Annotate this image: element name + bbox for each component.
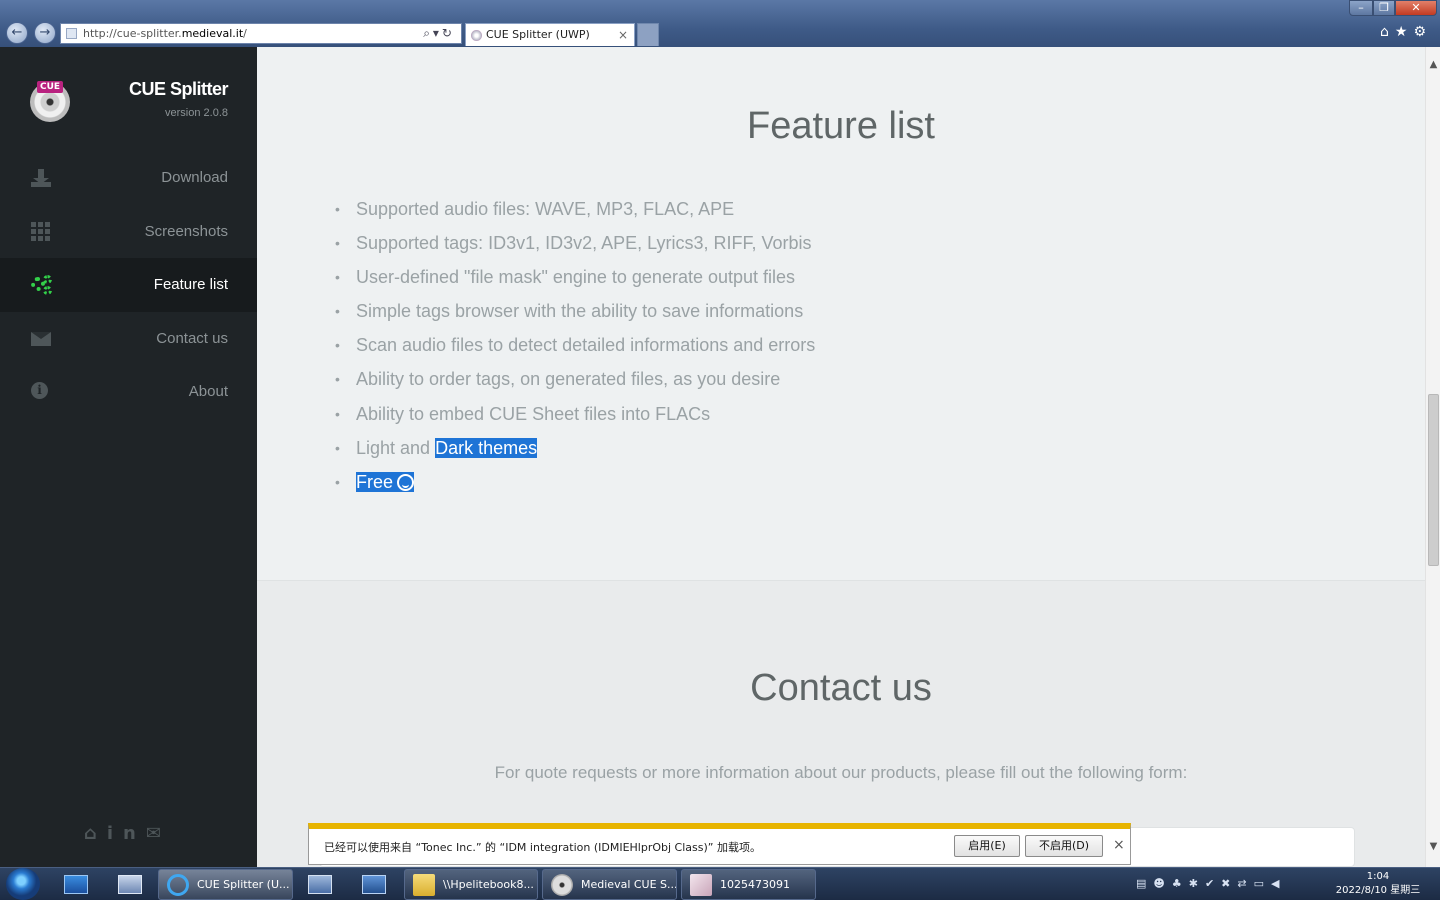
app-name: CUE Splitter [128, 79, 229, 99]
clock-time: 1:04 [1366, 871, 1390, 882]
contact-title: Contact us [750, 667, 932, 709]
app-version: version 2.0.8 [165, 107, 228, 119]
vertical-scrollbar[interactable]: ▲ ▼ [1425, 47, 1440, 867]
image-icon [690, 874, 712, 896]
enable-button[interactable]: 启用(E) [954, 835, 1020, 857]
clock[interactable]: 1:04 2022/8/10 星期三 [1330, 870, 1426, 898]
list-item: Free [335, 471, 815, 506]
home-icon[interactable]: ⌂ [84, 823, 107, 844]
sidebar-item-label: Feature list [153, 276, 228, 293]
main-content: Feature list Supported audio files: WAVE… [257, 47, 1425, 867]
list-item: Ability to embed CUE Sheet files into FL… [335, 404, 815, 438]
themes-prefix: Light and [356, 437, 436, 458]
list-item: Ability to order tags, on generated file… [335, 369, 815, 403]
minimize-button[interactable]: – [1349, 0, 1373, 16]
taskbar: CUE Splitter (U... \\Hpelitebook8... Med… [0, 867, 1440, 900]
free-label: Free [356, 471, 394, 492]
sidebar-nav: Download Screenshots Feature list Contac… [0, 151, 257, 419]
mail-icon[interactable]: ✉ [146, 823, 171, 844]
list-item: Simple tags browser with the ability to … [335, 301, 815, 335]
sidebar-item-download[interactable]: Download [0, 151, 257, 205]
folder-icon [413, 874, 435, 896]
feature-list-title: Feature list [747, 105, 935, 147]
clock-date: 2022/8/10 星期三 [1335, 885, 1421, 896]
sidebar-item-screenshots[interactable]: Screenshots [0, 205, 257, 259]
taskbar-item-medieval-cue[interactable]: Medieval CUE S... [542, 869, 677, 900]
notification-message: 已经可以使用来自 “Tonec Inc.” 的 “IDM integration… [324, 841, 761, 854]
list-item: Supported tags: ID3v1, ID3v2, APE, Lyric… [335, 233, 815, 267]
sidebar-item-contact-us[interactable]: Contact us [0, 312, 257, 366]
sidebar-item-about[interactable]: i About [0, 365, 257, 419]
selected-text-free: Free [356, 471, 415, 492]
feature-list-section: Feature list Supported audio files: WAVE… [257, 47, 1425, 580]
social-links: ⌂in✉ [84, 823, 171, 844]
url-prefix: http://cue-splitter. [83, 27, 182, 40]
sidebar-item-feature-list[interactable]: Feature list [0, 258, 257, 312]
taskbar-item-cue-splitter[interactable]: CUE Splitter (U... [158, 869, 293, 900]
scroll-thumb[interactable] [1428, 394, 1439, 566]
smiley-icon [397, 473, 415, 491]
ie-icon [167, 874, 189, 896]
taskbar-item-label: CUE Splitter (U... [197, 878, 290, 891]
forward-button[interactable]: → [34, 22, 56, 44]
contact-description: For quote requests or more information a… [494, 763, 1188, 782]
sidebar-item-label: Contact us [156, 329, 228, 347]
addon-notification-bar: 已经可以使用来自 “Tonec Inc.” 的 “IDM integration… [308, 823, 1131, 865]
browser-chrome: ← → http://cue-splitter.medieval.it/ ⌕▾↻… [0, 0, 1440, 47]
sidebar: CUE CUE Splitter version 2.0.8 Download … [0, 47, 257, 867]
taskbar-remote-icon[interactable] [350, 871, 396, 899]
selected-text-dark-themes: Dark themes [435, 437, 538, 458]
list-item: User-defined "file mask" engine to gener… [335, 267, 815, 301]
scroll-down-icon[interactable]: ▼ [1426, 839, 1440, 854]
system-tray-icons[interactable]: ▤☻♣✱✔✖⇄▭◀ [1136, 877, 1286, 890]
mail-icon [31, 331, 51, 346]
url-host: medieval.it [181, 27, 244, 40]
taskbar-item-folder[interactable]: \\Hpelitebook8... [404, 869, 538, 900]
taskbar-explorer-icon[interactable] [106, 871, 152, 899]
tab-cue-splitter[interactable]: CUE Splitter (UWP) × [465, 23, 635, 46]
taskbar-desktop-icon[interactable] [52, 871, 98, 899]
list-item: Light and Dark themes [335, 437, 815, 472]
taskbar-item-label: \\Hpelitebook8... [443, 878, 534, 891]
list-item: Supported audio files: WAVE, MP3, FLAC, … [335, 199, 815, 233]
cd-icon [551, 874, 573, 896]
taskbar-item-label: 1025473091 [720, 878, 790, 891]
info-icon: i [31, 382, 48, 399]
search-refresh-icon[interactable]: ⌕▾↻ [423, 24, 455, 43]
tab-title: CUE Splitter (UWP) [486, 28, 590, 41]
taskbar-network-icon[interactable] [296, 871, 342, 899]
new-tab-button[interactable] [637, 23, 659, 46]
sidebar-item-label: Download [161, 169, 228, 186]
scroll-up-icon[interactable]: ▲ [1426, 57, 1440, 72]
list-item: Scan audio files to detect detailed info… [335, 335, 815, 369]
url-suffix: / [243, 27, 247, 40]
feature-list: Supported audio files: WAVE, MP3, FLAC, … [335, 199, 815, 506]
download-icon [31, 168, 51, 188]
start-button[interactable] [6, 868, 40, 900]
favicon-icon [471, 30, 482, 41]
home-favorites-settings-icons[interactable]: ⌂★⚙ [1380, 24, 1432, 40]
logo-badge: CUE [37, 81, 63, 93]
maximize-button[interactable]: ❐ [1373, 0, 1395, 16]
taskbar-item-image[interactable]: 1025473091 [681, 869, 816, 900]
disable-button[interactable]: 不启用(D) [1025, 835, 1103, 857]
page-icon [66, 28, 77, 39]
grid-icon [31, 221, 51, 242]
sidebar-item-label: Screenshots [144, 222, 228, 240]
address-bar[interactable]: http://cue-splitter.medieval.it/ ⌕▾↻ [60, 23, 462, 44]
close-window-button[interactable]: ✕ [1395, 0, 1437, 16]
tab-close-icon[interactable]: × [618, 24, 628, 46]
linkedin-icon[interactable]: in [107, 823, 146, 844]
gears-icon [31, 275, 52, 295]
back-button[interactable]: ← [6, 22, 28, 44]
sidebar-item-label: About [188, 383, 228, 400]
notification-close-icon[interactable]: × [1113, 837, 1125, 853]
taskbar-item-label: Medieval CUE S... [581, 878, 677, 891]
